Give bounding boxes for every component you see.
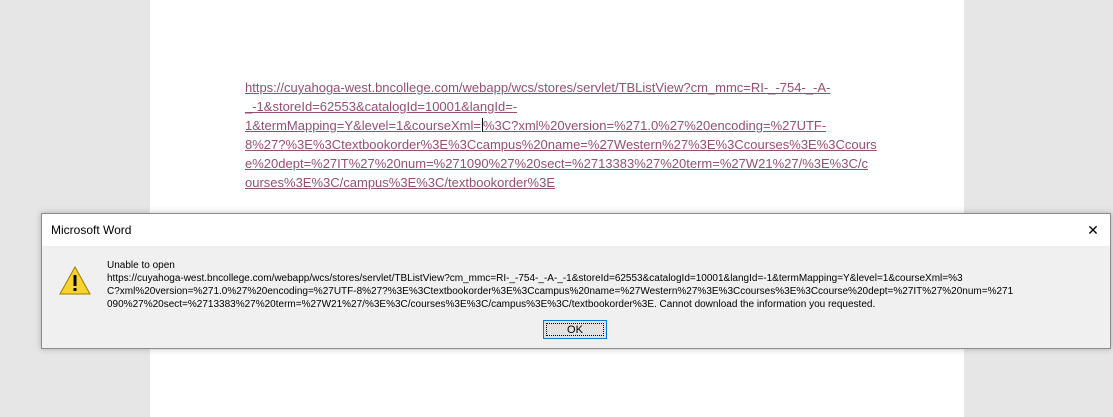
message-line: C?xml%20version=%271.0%27%20encoding=%27…	[107, 286, 1014, 297]
message-line: https://cuyahoga-west.bncollege.com/weba…	[107, 273, 963, 284]
warning-icon	[59, 266, 91, 295]
link-line[interactable]: https://cuyahoga-west.bncollege.com/weba…	[245, 78, 885, 97]
message-line: Unable to open	[107, 260, 175, 271]
dialog-titlebar[interactable]: Microsoft Word ✕	[42, 214, 1110, 246]
link-line[interactable]: _-1&storeId=62553&catalogId=10001&langId…	[245, 97, 885, 116]
error-dialog: Microsoft Word ✕ Unable to open https://…	[41, 213, 1111, 349]
document-page[interactable]: https://cuyahoga-west.bncollege.com/weba…	[150, 0, 964, 417]
link-line[interactable]: e%20dept=%27IT%27%20num=%271090%27%20sec…	[245, 154, 885, 173]
message-line: 090%27%20sect=%2713383%27%20term=%27W21%…	[107, 299, 876, 310]
ok-button[interactable]: OK	[543, 320, 607, 339]
close-icon: ✕	[1087, 221, 1099, 238]
dialog-title: Microsoft Word	[51, 223, 132, 237]
dialog-message: Unable to open https://cuyahoga-west.bnc…	[107, 259, 1097, 311]
hyperlink[interactable]: https://cuyahoga-west.bncollege.com/weba…	[245, 78, 885, 192]
close-button[interactable]: ✕	[1076, 214, 1110, 246]
link-line-with-cursor[interactable]: 1&termMapping=Y&level=1&courseXml= %3C?xm…	[245, 116, 885, 135]
link-line[interactable]: ourses%3E%3C/campus%3E%3C/textbookorder%…	[245, 173, 885, 192]
link-line[interactable]: 8%27?%3E%3Ctextbookorder%3E%3Ccampus%20n…	[245, 135, 885, 154]
